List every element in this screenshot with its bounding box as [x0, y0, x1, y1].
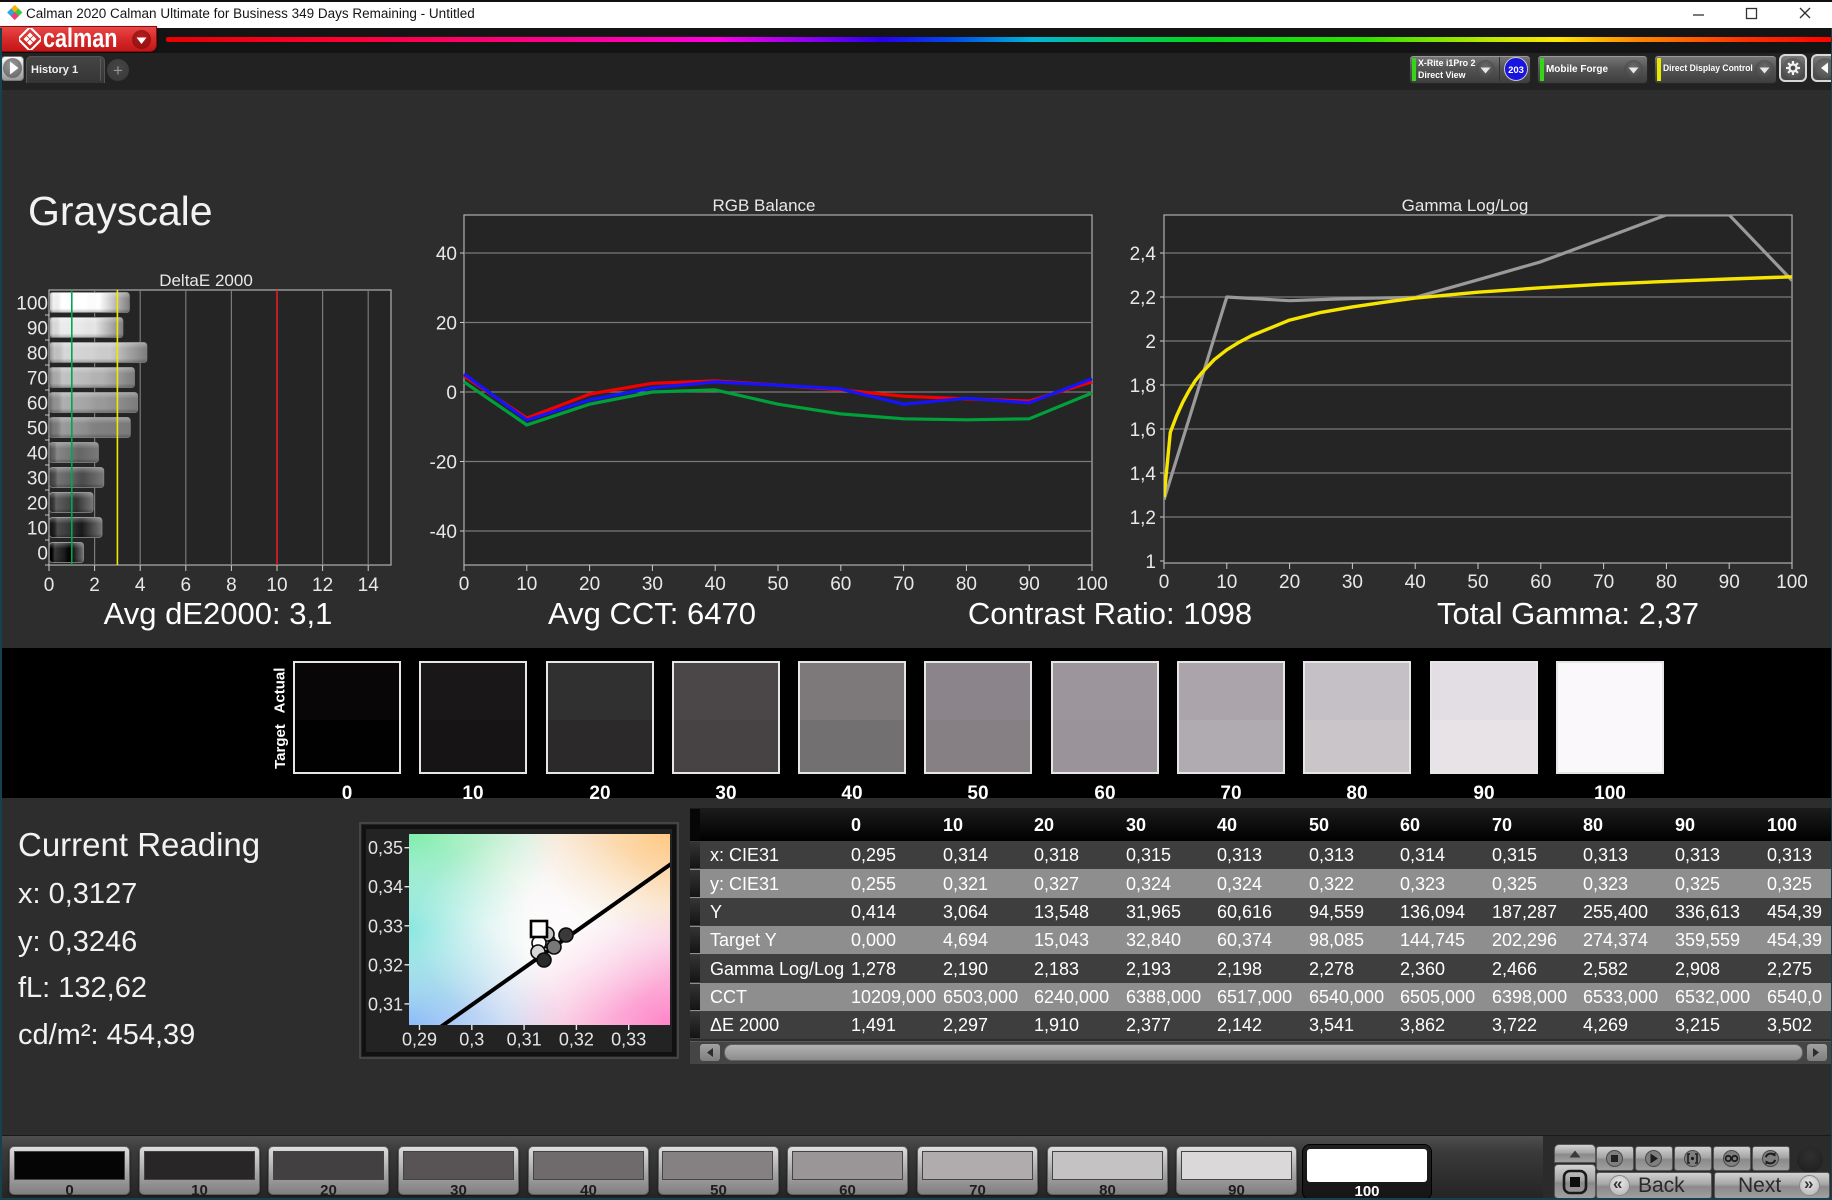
svg-text:1: 1: [1145, 552, 1156, 573]
svg-text:10: 10: [27, 519, 48, 540]
svg-text:20: 20: [27, 494, 48, 515]
svg-text:10: 10: [516, 574, 537, 595]
svg-text:0: 0: [459, 574, 470, 595]
svg-text:30: 30: [642, 574, 663, 595]
svg-text:90: 90: [27, 319, 48, 340]
svg-text:1,6: 1,6: [1130, 420, 1156, 441]
svg-text:20: 20: [1279, 572, 1300, 593]
svg-text:50: 50: [27, 419, 48, 440]
svg-text:60: 60: [1530, 572, 1551, 593]
svg-text:40: 40: [1405, 572, 1426, 593]
svg-text:40: 40: [27, 444, 48, 465]
svg-text:12: 12: [312, 575, 333, 596]
svg-text:70: 70: [1593, 572, 1614, 593]
svg-text:0,32: 0,32: [559, 1030, 594, 1050]
svg-text:2,4: 2,4: [1130, 244, 1156, 265]
svg-text:-20: -20: [430, 453, 457, 474]
svg-text:0,29: 0,29: [402, 1030, 437, 1050]
svg-text:100: 100: [1776, 572, 1808, 593]
svg-text:DeltaE 2000: DeltaE 2000: [159, 271, 253, 290]
svg-text:80: 80: [956, 574, 977, 595]
svg-text:60: 60: [830, 574, 851, 595]
svg-text:0: 0: [1159, 572, 1170, 593]
svg-text:8: 8: [226, 575, 237, 596]
svg-text:0,31: 0,31: [368, 994, 403, 1014]
svg-text:40: 40: [436, 244, 457, 265]
svg-text:10: 10: [1216, 572, 1237, 593]
svg-text:10: 10: [266, 575, 287, 596]
svg-text:100: 100: [16, 294, 48, 315]
svg-text:0,31: 0,31: [507, 1030, 542, 1050]
svg-text:0,32: 0,32: [368, 955, 403, 975]
svg-text:0,34: 0,34: [368, 877, 403, 897]
svg-text:30: 30: [27, 469, 48, 490]
svg-text:80: 80: [1656, 572, 1677, 593]
svg-text:40: 40: [705, 574, 726, 595]
svg-text:20: 20: [579, 574, 600, 595]
svg-text:RGB Balance: RGB Balance: [713, 196, 816, 215]
svg-text:30: 30: [1342, 572, 1363, 593]
svg-text:2: 2: [1145, 332, 1156, 353]
svg-text:-40: -40: [430, 522, 457, 543]
svg-text:90: 90: [1019, 574, 1040, 595]
svg-text:0: 0: [37, 544, 48, 565]
svg-text:1,4: 1,4: [1130, 464, 1156, 485]
svg-text:2: 2: [89, 575, 100, 596]
svg-text:90: 90: [1719, 572, 1740, 593]
svg-text:0: 0: [446, 383, 457, 404]
svg-text:14: 14: [358, 575, 380, 596]
svg-text:0: 0: [44, 575, 55, 596]
svg-text:2,2: 2,2: [1130, 288, 1156, 309]
svg-text:50: 50: [767, 574, 788, 595]
svg-text:70: 70: [893, 574, 914, 595]
svg-text:1,8: 1,8: [1130, 376, 1156, 397]
svg-text:0,33: 0,33: [611, 1030, 646, 1050]
svg-text:4: 4: [135, 575, 146, 596]
svg-text:80: 80: [27, 344, 48, 365]
svg-text:0,3: 0,3: [459, 1030, 484, 1050]
svg-text:0,35: 0,35: [368, 838, 403, 858]
svg-text:100: 100: [1076, 574, 1108, 595]
svg-text:50: 50: [1467, 572, 1488, 593]
svg-text:60: 60: [27, 394, 48, 415]
svg-text:20: 20: [436, 314, 457, 335]
svg-text:70: 70: [27, 369, 48, 390]
svg-text:Gamma Log/Log: Gamma Log/Log: [1402, 196, 1529, 215]
svg-text:1,2: 1,2: [1130, 508, 1156, 529]
svg-text:6: 6: [181, 575, 192, 596]
svg-text:0,33: 0,33: [368, 916, 403, 936]
